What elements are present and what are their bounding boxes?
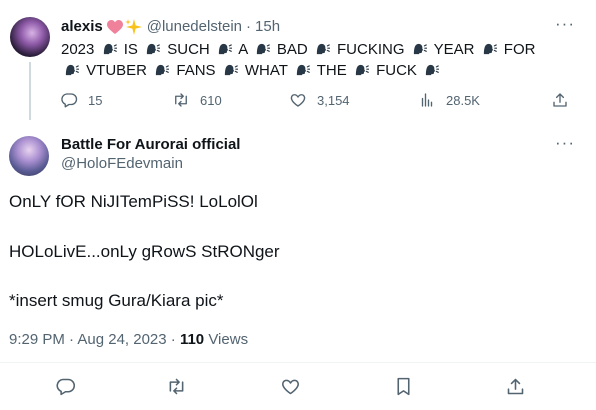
speaking-head-icon — [425, 64, 440, 76]
tweet-word: FUCKING — [337, 41, 405, 58]
thread-connector — [29, 62, 31, 120]
retweet-count: 610 — [200, 92, 222, 108]
avatar[interactable] — [10, 17, 50, 57]
speaking-head-icon — [413, 43, 427, 55]
like-count: 3,154 — [317, 92, 350, 108]
speaking-head-icon — [316, 43, 330, 55]
tweet-actions: 15 610 3,154 28.5K — [60, 91, 580, 111]
reply-icon — [61, 93, 78, 108]
tweet-word: 2023 — [61, 41, 95, 58]
tweet-word: IS — [123, 41, 138, 58]
views-chart-icon — [421, 93, 433, 107]
handle[interactable]: @HoloFEdevmain — [61, 155, 183, 172]
tweet-word: FOR — [503, 41, 536, 58]
speaking-head-icon — [256, 43, 270, 55]
reply-button[interactable] — [55, 376, 76, 402]
speaking-head-icon — [146, 43, 161, 55]
reply-icon — [56, 378, 76, 396]
views-count: 28.5K — [446, 92, 480, 108]
tweet-word: FANS — [176, 62, 216, 79]
timestamp[interactable]: 9:29 PM · Aug 24, 2023 · — [9, 331, 176, 348]
heart-emoji-icon — [106, 19, 123, 34]
more-options-icon[interactable]: ··· — [555, 14, 575, 34]
handle[interactable]: @lunedelstein — [147, 18, 242, 36]
more-options-icon[interactable]: ··· — [555, 133, 575, 153]
tweet-word: THE — [316, 62, 347, 79]
tweet-word: SUCH — [167, 41, 210, 58]
tweet-header: alexis @lunedelstein · 15h — [61, 18, 280, 36]
reply-count: 15 — [88, 92, 103, 108]
tweet-actions — [0, 376, 596, 400]
share-button[interactable] — [551, 91, 569, 109]
tweet-word: FUCK — [376, 62, 417, 79]
retweet-icon — [175, 93, 187, 107]
tweet-meta: 9:29 PM · Aug 24, 2023 · 110 Views — [9, 331, 248, 348]
heart-icon — [290, 94, 306, 107]
speaking-head-icon — [296, 64, 310, 76]
tweet-parent[interactable]: alexis @lunedelstein · 15h ··· 2023 IS S… — [0, 0, 596, 120]
speaking-head-icon — [156, 64, 170, 76]
share-icon — [507, 378, 524, 395]
views-button[interactable]: 28.5K — [418, 91, 480, 109]
avatar[interactable] — [9, 136, 49, 176]
tweet-word: YEAR — [433, 41, 475, 58]
share-button[interactable] — [505, 376, 526, 402]
tweet-text: 2023 IS SUCH A BAD FUCKING YEAR FOR VTUB… — [61, 39, 551, 81]
bookmark-button[interactable] — [393, 376, 414, 402]
retweet-button[interactable] — [166, 376, 187, 402]
speaking-head-icon — [483, 43, 497, 55]
like-button[interactable] — [280, 376, 301, 402]
views-label: Views — [208, 331, 249, 348]
share-icon — [553, 93, 567, 107]
speaking-head-icon — [103, 43, 117, 55]
tweet-text-line: OnLY fOR NiJITemPiSS! LoLolOl — [9, 192, 258, 211]
speaking-head-icon — [355, 64, 369, 76]
tweet-word: A — [238, 41, 248, 58]
retweet-button[interactable]: 610 — [172, 91, 222, 109]
tweet-text-line: *insert smug Gura/Kiara pic* — [9, 291, 224, 310]
bookmark-icon — [397, 377, 410, 396]
like-button[interactable]: 3,154 — [289, 91, 350, 109]
tweet-word: WHAT — [244, 62, 288, 79]
tweet-text-line: HOLoLivE...onLy gRowS StRONger — [9, 242, 280, 261]
time-ago[interactable]: 15h — [255, 18, 280, 36]
sparkles-emoji-icon — [124, 19, 142, 35]
name-emojis — [106, 18, 143, 36]
retweet-icon — [169, 378, 184, 395]
tweet-word: BAD — [276, 41, 308, 58]
display-name[interactable]: alexis — [61, 18, 103, 36]
speaking-head-icon — [218, 43, 232, 55]
speaking-head-icon — [65, 64, 79, 76]
display-name[interactable]: Battle For Aurorai official — [61, 136, 240, 153]
views-count: 110 — [179, 331, 205, 348]
heart-icon — [282, 379, 299, 395]
speaking-head-icon — [224, 64, 238, 76]
divider — [0, 362, 596, 363]
tweet-word: VTUBER — [86, 62, 148, 79]
separator-dot: · — [246, 18, 252, 35]
reply-button[interactable]: 15 — [60, 91, 102, 109]
